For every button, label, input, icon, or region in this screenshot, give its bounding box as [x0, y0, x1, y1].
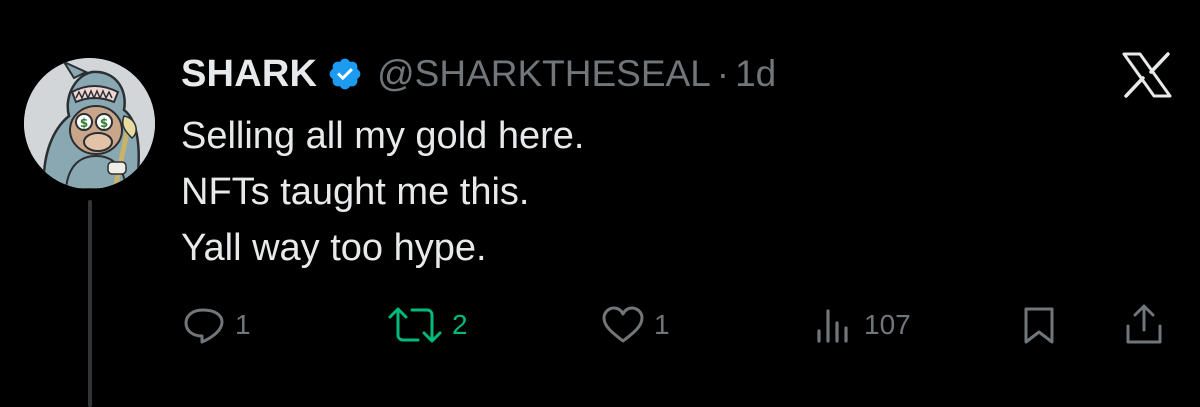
- views-icon: [814, 305, 856, 345]
- avatar[interactable]: $ $: [24, 58, 155, 189]
- verified-badge-icon: [327, 56, 363, 92]
- like-count: 1: [654, 309, 670, 340]
- share-button[interactable]: [1124, 300, 1164, 350]
- tweet-text: Selling all my gold here. NFTs taught me…: [181, 108, 584, 276]
- svg-text:$: $: [100, 116, 108, 130]
- user-handle[interactable]: @SHARKTHESEAL: [377, 53, 711, 95]
- views-count: 107: [864, 309, 911, 340]
- views-button[interactable]: 107: [814, 300, 911, 350]
- reply-button[interactable]: 1: [183, 300, 251, 350]
- bookmark-icon: [1022, 305, 1056, 345]
- tweet[interactable]: $ $ SHARK @SHARKTHESEAL · 1d Selling all…: [0, 0, 1200, 407]
- svg-text:$: $: [80, 116, 88, 130]
- tweet-text-line: Yall way too hype.: [181, 227, 487, 269]
- action-bar: 1 2 1 107: [0, 300, 1200, 350]
- repost-count: 2: [452, 309, 468, 340]
- display-name[interactable]: SHARK: [181, 53, 317, 96]
- avatar-shark-seal-image: $ $: [24, 58, 155, 189]
- tweet-text-line: NFTs taught me this.: [181, 171, 530, 213]
- share-icon: [1124, 304, 1164, 346]
- reply-icon: [183, 305, 227, 345]
- repost-icon: [386, 305, 444, 345]
- heart-icon: [600, 305, 646, 345]
- tweet-header: SHARK @SHARKTHESEAL · 1d: [181, 50, 776, 98]
- like-button[interactable]: 1: [600, 300, 670, 350]
- x-logo-icon[interactable]: [1122, 52, 1172, 98]
- separator-dot: ·: [716, 53, 730, 94]
- repost-button[interactable]: 2: [386, 300, 468, 350]
- bookmark-button[interactable]: [1022, 300, 1056, 350]
- timestamp[interactable]: 1d: [735, 53, 776, 95]
- reply-count: 1: [235, 309, 251, 340]
- tweet-text-line: Selling all my gold here.: [181, 115, 585, 157]
